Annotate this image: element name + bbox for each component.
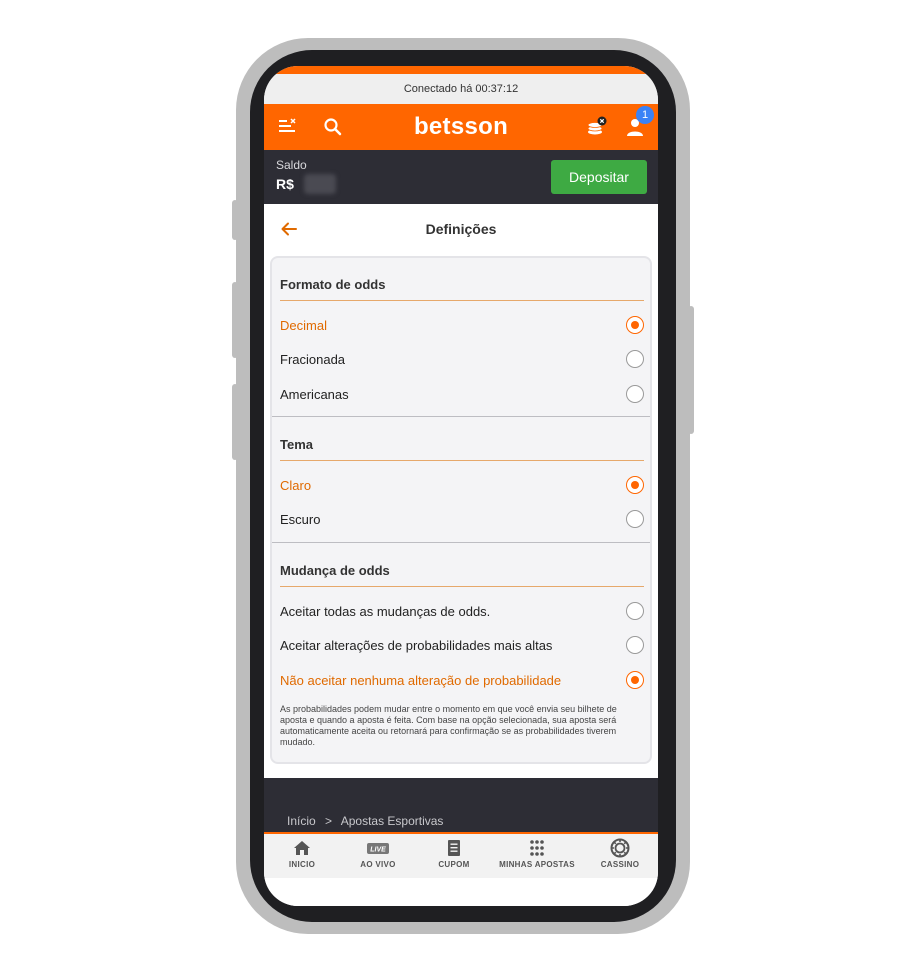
phone-volume-up-button: [232, 282, 238, 358]
page-title: Definições: [425, 221, 497, 237]
nav-item-my-bets[interactable]: MINHAS APOSTAS: [498, 838, 576, 878]
footer-area: Início > Apostas Esportivas: [264, 778, 658, 834]
section-divider: [280, 300, 644, 301]
option-label: Não aceitar nenhuma alteração de probabi…: [280, 673, 562, 688]
coins-icon: [587, 116, 607, 135]
phone-side-button: [232, 200, 238, 240]
option-label: Fracionada: [280, 352, 346, 367]
search-icon: [324, 118, 342, 136]
option-label: Claro: [280, 478, 312, 493]
radio-button[interactable]: [626, 385, 644, 403]
option-label: Decimal: [280, 318, 327, 333]
balance-currency: R$: [276, 176, 294, 192]
app-header: betsson: [264, 104, 658, 150]
nav-label: MINHAS APOSTAS: [499, 860, 575, 869]
phone-volume-down-button: [232, 384, 238, 460]
back-button[interactable]: [278, 218, 300, 240]
nav-item-casino[interactable]: CASSINO: [582, 838, 658, 878]
coins-button[interactable]: [582, 112, 612, 142]
odds-change-note: As probabilidades podem mudar entre o mo…: [280, 704, 617, 747]
arrow-left-icon: [281, 222, 297, 236]
notification-badge: 1: [636, 106, 654, 124]
top-accent-strip: [264, 66, 658, 74]
odds-change-option-accept-none[interactable]: Não aceitar nenhuma alteração de probabi…: [280, 668, 644, 694]
nav-item-coupon[interactable]: CUPOM: [416, 838, 492, 878]
grid-icon: [530, 840, 544, 856]
nav-label: CASSINO: [600, 860, 640, 869]
live-badge-text: LIVE: [370, 847, 386, 854]
breadcrumb-separator: >: [325, 814, 333, 828]
nav-label: CUPOM: [438, 860, 470, 869]
radio-button[interactable]: [626, 350, 644, 368]
option-label: Aceitar todas as mudanças de odds.: [280, 604, 491, 619]
section-divider: [280, 586, 644, 587]
search-button[interactable]: [318, 112, 348, 142]
section-divider: [280, 460, 644, 461]
theme-option-light[interactable]: Claro: [280, 473, 644, 499]
nav-label: INICIO: [288, 860, 316, 869]
radio-button[interactable]: [626, 476, 644, 494]
breadcrumb-current[interactable]: Apostas Esportivas: [341, 814, 444, 828]
section-separator: [272, 542, 650, 543]
nav-label: AO VIVO: [360, 860, 396, 869]
radio-button[interactable]: [626, 671, 644, 689]
balance-bar: Saldo R$ Depositar: [264, 150, 658, 204]
settings-page: Definições Formato de odds Decimal Fraci…: [264, 204, 658, 778]
radio-button[interactable]: [626, 636, 644, 654]
odds-format-option-american[interactable]: Americanas: [280, 382, 644, 408]
settings-card: Formato de odds Decimal Fracionada Ameri…: [270, 256, 652, 764]
breadcrumb: Início > Apostas Esportivas: [287, 814, 449, 828]
radio-button[interactable]: [626, 510, 644, 528]
option-label: Aceitar alterações de probabilidades mai…: [280, 638, 553, 653]
radio-button[interactable]: [626, 602, 644, 620]
live-icon: LIVE: [367, 843, 389, 854]
section-separator: [272, 416, 650, 417]
menu-filter-button[interactable]: [272, 112, 302, 142]
balance-amount-hidden: [304, 174, 336, 194]
menu-filter-icon: [279, 118, 296, 132]
odds-change-title: Mudança de odds: [280, 563, 390, 578]
balance-label: Saldo: [276, 158, 307, 172]
nav-item-home[interactable]: INICIO: [264, 838, 340, 878]
nav-item-live[interactable]: LIVE AO VIVO: [340, 838, 416, 878]
coupon-icon: [448, 840, 460, 856]
deposit-button[interactable]: Depositar: [551, 160, 647, 194]
phone-screen: Conectado há 00:37:12 betsson 1 Saldo R$…: [264, 66, 658, 906]
odds-format-option-fractional[interactable]: Fracionada: [280, 347, 644, 373]
home-icon: [294, 841, 310, 855]
phone-power-button: [688, 306, 694, 434]
connection-status: Conectado há 00:37:12: [264, 74, 658, 104]
bottom-navigation: INICIO LIVE AO VIVO CUPOM MINHAS APOSTAS…: [264, 832, 658, 878]
breadcrumb-home-link[interactable]: Início: [287, 814, 316, 828]
odds-format-title: Formato de odds: [280, 277, 386, 292]
radio-button[interactable]: [626, 316, 644, 334]
theme-option-dark[interactable]: Escuro: [280, 507, 644, 533]
casino-chip-icon: [610, 838, 630, 858]
odds-change-option-accept-all[interactable]: Aceitar todas as mudanças de odds.: [280, 599, 644, 625]
screen-bottom: [264, 878, 658, 906]
option-label: Escuro: [280, 512, 321, 527]
option-label: Americanas: [280, 387, 349, 402]
odds-format-option-decimal[interactable]: Decimal: [280, 313, 644, 339]
odds-change-option-accept-higher[interactable]: Aceitar alterações de probabilidades mai…: [280, 633, 644, 659]
theme-title: Tema: [280, 437, 313, 452]
